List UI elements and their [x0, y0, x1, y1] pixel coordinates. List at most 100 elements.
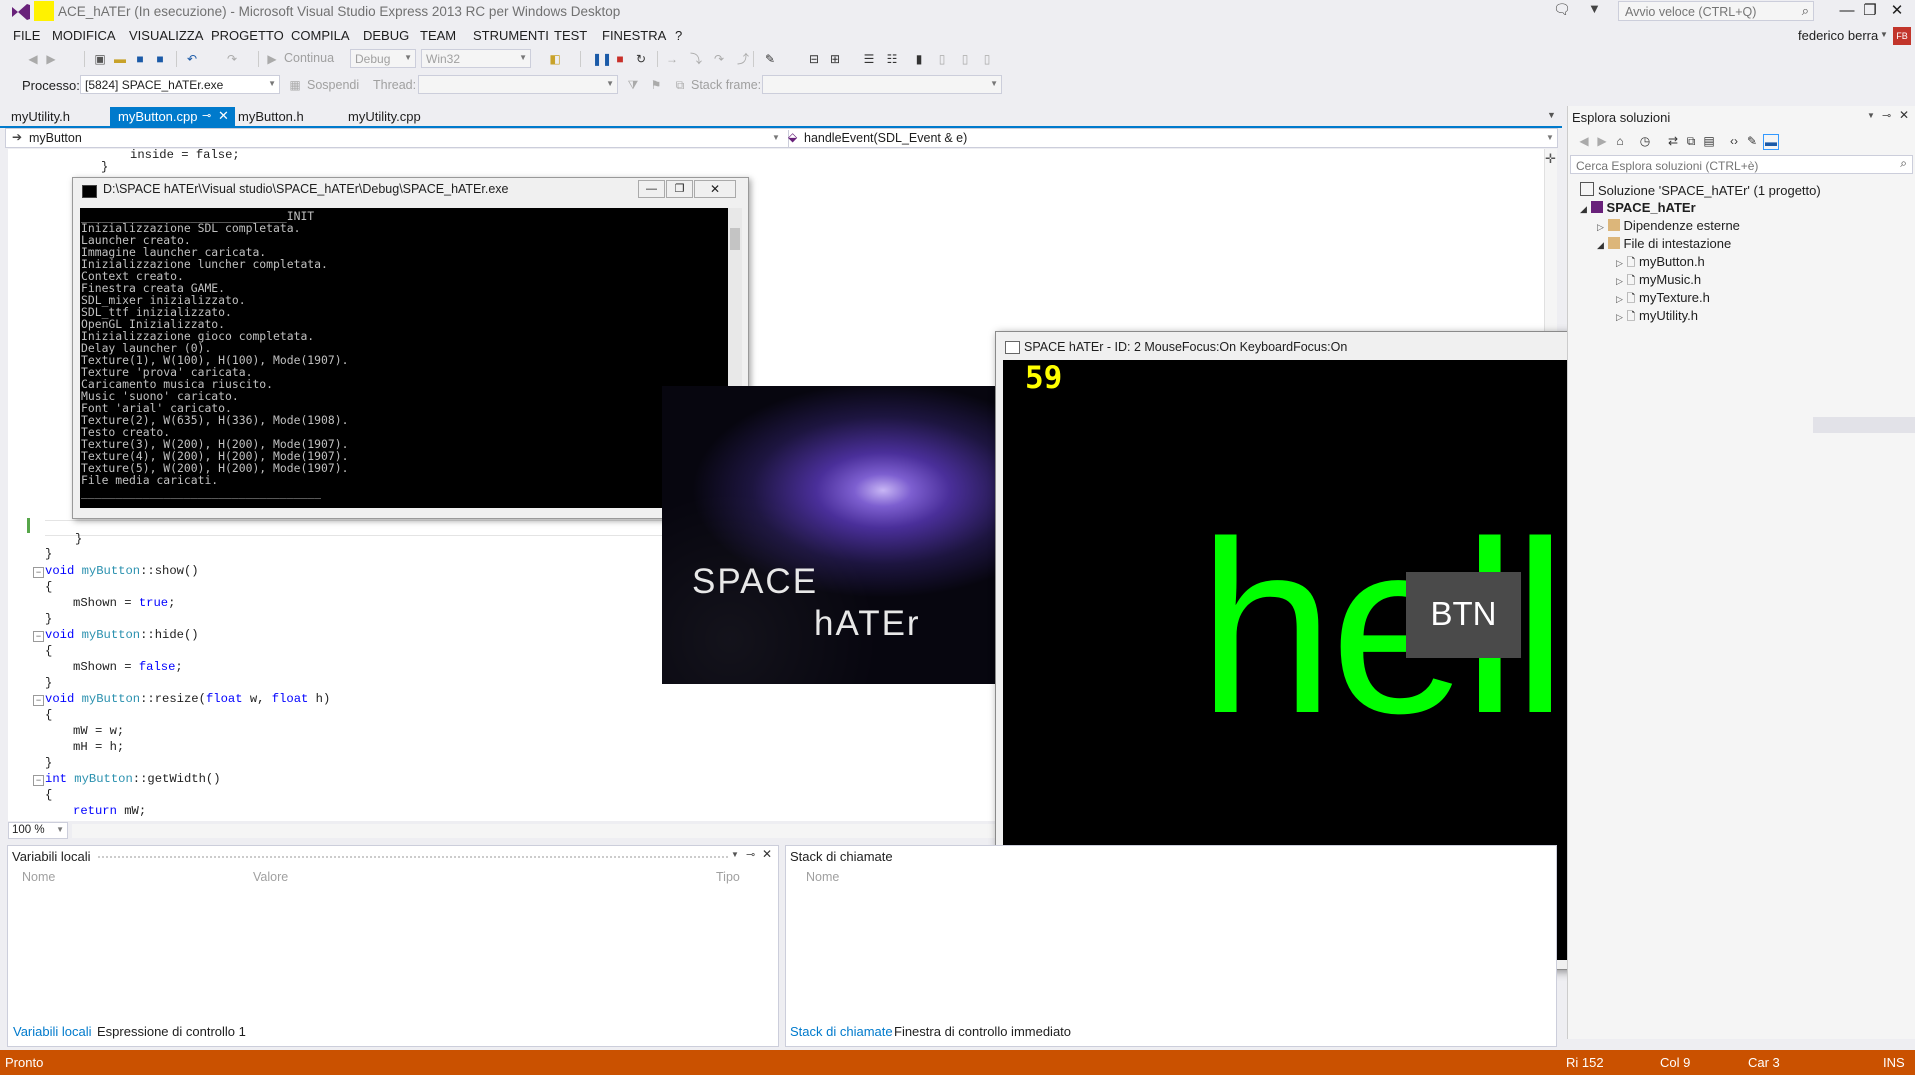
undo-icon[interactable]: ↶ [185, 52, 199, 66]
file-myutility-h[interactable]: ▷ 🗋 myUtility.h [1616, 308, 1698, 327]
menu-compila[interactable]: COMPILA [291, 28, 350, 43]
lifecycle-icon[interactable]: ▦ [288, 78, 302, 92]
save-icon[interactable]: ■ [133, 52, 147, 66]
chevron-down-icon[interactable]: ▼ [1546, 133, 1554, 142]
quick-launch-box[interactable]: ⌕ [1618, 1, 1814, 21]
continue-button[interactable]: Continua [284, 51, 334, 65]
tab-myutility-h[interactable]: myUtility.h [3, 107, 78, 127]
continue-icon[interactable]: ▶ [265, 52, 279, 66]
clear-bookmarks-icon[interactable]: ▯ [980, 52, 994, 66]
avatar[interactable]: FB [1893, 27, 1911, 45]
open-folder-icon[interactable]: ▬ [113, 52, 127, 66]
properties-icon[interactable]: ✎ [1745, 134, 1759, 148]
quick-launch-input[interactable] [1623, 4, 1797, 20]
forward-icon[interactable]: ▶ [1595, 134, 1609, 148]
close-panel-icon[interactable]: ✕ [762, 847, 772, 861]
panel-menu-icon[interactable]: ▼ [1867, 111, 1875, 120]
show-next-statement-icon[interactable]: → [665, 52, 679, 66]
solution-search-input[interactable] [1574, 158, 1878, 174]
member-selector[interactable]: handleEvent(SDL_Event & e) [804, 131, 967, 145]
menu-progetto[interactable]: PROGETTO [211, 28, 284, 43]
fold-toggle[interactable]: − [33, 775, 44, 786]
tab-immediate[interactable]: Finestra di controllo immediato [894, 1024, 1071, 1039]
stack-icon[interactable]: ⊞ [828, 52, 842, 66]
bookmark-icon[interactable]: ▮ [912, 52, 926, 66]
solution-search-box[interactable]: ⌕ [1570, 155, 1913, 174]
panel-menu-icon[interactable]: ▼ [731, 850, 739, 859]
threads-icon[interactable]: ⊟ [807, 52, 821, 66]
pending-changes-icon[interactable]: ◷ [1638, 134, 1652, 148]
platform-combo[interactable]: Win32 ▼ [421, 49, 531, 68]
file-mymusic-h[interactable]: ▷ 🗋 myMusic.h [1616, 272, 1701, 291]
split-icon[interactable]: ✛ [1545, 151, 1556, 167]
scroll-thumb[interactable] [730, 228, 740, 250]
find-in-files-icon[interactable]: ◧ [548, 52, 562, 66]
folder-external-deps[interactable]: ▷ Dipendenze esterne [1597, 218, 1740, 233]
notification-filter-icon[interactable]: ▼ [1588, 1, 1601, 16]
menu-test[interactable]: TEST [554, 28, 587, 43]
fold-toggle[interactable]: − [33, 567, 44, 578]
chevron-down-icon[interactable]: ▼ [772, 133, 780, 142]
stop-icon[interactable]: ■ [613, 52, 627, 66]
step-over-icon[interactable]: ↷ [712, 52, 726, 66]
stack-frame-icon[interactable]: ⧉ [673, 78, 687, 92]
folder-headers[interactable]: ◢ File di intestazione [1597, 236, 1731, 251]
suspend-button[interactable]: Sospendi [307, 78, 359, 92]
menu-visualizza[interactable]: VISUALIZZA [129, 28, 203, 43]
close-panel-icon[interactable]: ✕ [1899, 108, 1909, 122]
pin-icon[interactable]: ⊸ [1882, 109, 1891, 122]
console-minimize-button[interactable]: — [638, 180, 665, 198]
scope-selector[interactable]: myButton [29, 131, 82, 145]
file-mytexture-h[interactable]: ▷ 🗋 myTexture.h [1616, 290, 1710, 309]
uncomment-icon[interactable]: ☷ [885, 52, 899, 66]
tab-mybutton-h[interactable]: myButton.h [230, 107, 312, 127]
view-code-icon[interactable]: ‹› [1727, 134, 1741, 148]
menu-debug[interactable]: DEBUG [363, 28, 409, 43]
flag-threads-icon[interactable]: ⚑ [649, 78, 663, 92]
column-header-name[interactable]: Nome [806, 870, 839, 884]
back-icon[interactable]: ◀ [26, 52, 40, 66]
tab-overflow-icon[interactable]: ▼ [1547, 110, 1556, 120]
collapse-all-icon[interactable]: ⧉ [1684, 134, 1698, 148]
user-dropdown-icon[interactable]: ▼ [1880, 30, 1888, 39]
close-button[interactable]: ✕ [1880, 0, 1914, 22]
zoom-combo[interactable]: 100 % ▼ [8, 822, 68, 839]
stackframe-combo[interactable]: ▼ [762, 75, 1002, 94]
step-out-icon[interactable]: ⤴ [736, 52, 750, 66]
menu-file[interactable]: FILE [13, 28, 40, 43]
user-name[interactable]: federico berra [1798, 28, 1878, 43]
fold-toggle[interactable]: − [33, 631, 44, 642]
pin-icon[interactable]: ⊸ [202, 109, 211, 122]
show-all-files-icon[interactable]: ▤ [1702, 134, 1716, 148]
column-header-name[interactable]: Nome [22, 870, 55, 884]
hex-display-icon[interactable]: ✎ [763, 52, 777, 66]
preview-icon[interactable]: ▬ [1763, 134, 1779, 150]
menu-help[interactable]: ? [675, 28, 682, 43]
back-icon[interactable]: ◀ [1577, 134, 1591, 148]
column-header-value[interactable]: Valore [253, 870, 288, 884]
project-node[interactable]: ◢ SPACE_hATEr [1580, 200, 1696, 215]
tab-myutility-cpp[interactable]: myUtility.cpp [340, 107, 429, 127]
menu-strumenti[interactable]: STRUMENTI [473, 28, 549, 43]
menu-team[interactable]: TEAM [420, 28, 456, 43]
process-combo[interactable]: [5824] SPACE_hATEr.exe ▼ [80, 75, 280, 94]
tab-callstack[interactable]: Stack di chiamate [790, 1024, 893, 1039]
feedback-icon[interactable]: 🗨 [1553, 1, 1571, 18]
btn-button[interactable]: BTN [1406, 572, 1521, 658]
column-header-type[interactable]: Tipo [716, 870, 740, 884]
console-close-button[interactable]: ✕ [694, 180, 736, 198]
filter-icon[interactable]: ⧩ [626, 78, 640, 92]
console-maximize-button[interactable]: ❐ [666, 180, 693, 198]
tab-mybutton-cpp[interactable]: myButton.cpp ⊸ ✕ [110, 107, 235, 127]
prev-bookmark-icon[interactable]: ▯ [935, 52, 949, 66]
pause-icon[interactable]: ❚❚ [592, 52, 612, 66]
next-bookmark-icon[interactable]: ▯ [958, 52, 972, 66]
tab-watch-1[interactable]: Espressione di controllo 1 [97, 1024, 246, 1039]
home-icon[interactable]: ⌂ [1613, 134, 1627, 148]
comment-icon[interactable]: ☰ [862, 52, 876, 66]
redo-icon[interactable]: ↷ [225, 52, 239, 66]
forward-icon[interactable]: ▶ [44, 52, 58, 66]
pin-icon[interactable]: ⊸ [746, 848, 755, 861]
sync-icon[interactable]: ⇄ [1666, 134, 1680, 148]
fold-toggle[interactable]: − [33, 695, 44, 706]
